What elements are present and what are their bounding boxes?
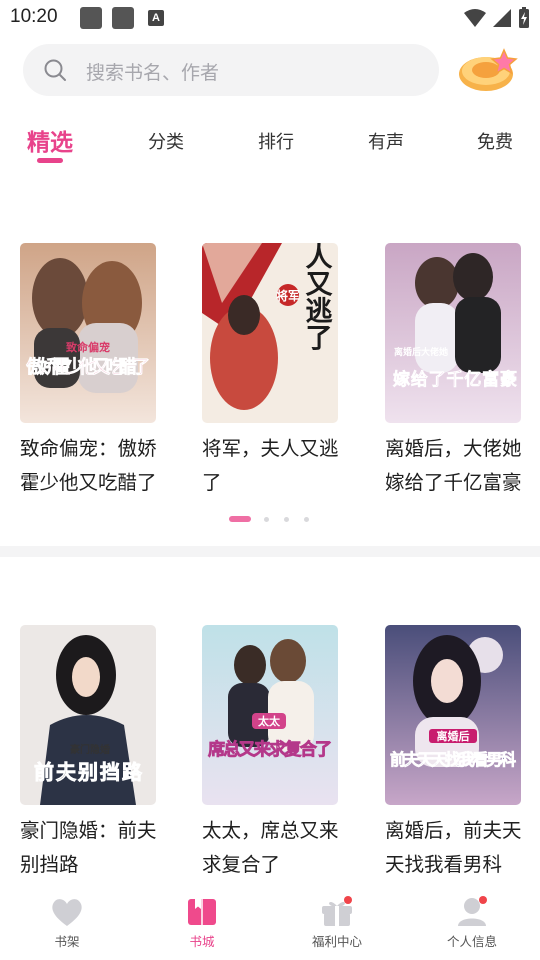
tab-category[interactable]: 分类 (148, 128, 184, 154)
cover-title: 席总又来求复合了 (208, 739, 332, 760)
star-badge-icon[interactable] (458, 46, 520, 94)
nav-label: 书架 (54, 934, 80, 949)
cover-tag: 太太 (257, 714, 281, 728)
badge-dot (479, 896, 487, 904)
pager-dot (264, 517, 269, 522)
pager-dot (284, 517, 289, 522)
nav-profile[interactable]: 个人信息 (417, 896, 527, 956)
cover-tag: 豪门隐婚 (70, 743, 110, 756)
book-cover[interactable]: 豪门隐婚 前夫别挡路 (20, 625, 156, 805)
cover-tag: 离婚后大佬她 (394, 346, 448, 358)
cover-title: 夫人又逃了 (301, 243, 333, 351)
search-placeholder: 搜索书名、作者 (86, 62, 220, 84)
book-card[interactable]: 离婚后 前夫天天找我看男科 离婚后，前夫天天找我看男科 (385, 625, 522, 881)
status-time: 10:20 (10, 6, 58, 27)
carousel-pager (0, 515, 540, 523)
cover-title: 前夫别挡路 (34, 760, 143, 784)
app-notification-icon: A (148, 10, 164, 26)
bottom-nav: 书架 书城 福利中心 个人信息 (0, 888, 540, 960)
book-title[interactable]: 将军，夫人又逃了 (202, 432, 352, 500)
cover-title: 傲娇霍少他又吃醋了 (26, 356, 150, 378)
cover-title: 前夫天天找我看男科 (390, 750, 516, 769)
tab-featured[interactable]: 精选 (27, 123, 73, 157)
gift-icon (320, 896, 354, 928)
book-card[interactable]: 太太 席总又来求复合了 太太，席总又来求复合了 (202, 625, 339, 881)
wifi-icon (464, 9, 486, 27)
book-title[interactable]: 离婚后，前夫天天找我看男科 (385, 814, 535, 882)
book-title[interactable]: 离婚后，大佬她嫁给了千亿富豪 (385, 432, 535, 500)
nav-rewards[interactable]: 福利中心 (282, 896, 392, 956)
book-cover[interactable]: 太太 席总又来求复合了 (202, 625, 338, 805)
book-icon (185, 896, 219, 928)
signal-icon (493, 9, 511, 27)
search-input[interactable]: 搜索书名、作者 (23, 44, 439, 96)
battery-icon (519, 7, 529, 28)
book-card[interactable]: 离婚后大佬她 嫁给了千亿富豪 离婚后，大佬她嫁给了千亿富豪 (385, 243, 522, 499)
cover-tag: 离婚后 (437, 729, 470, 743)
nav-label: 福利中心 (311, 934, 362, 949)
tab-audio[interactable]: 有声 (368, 128, 404, 154)
book-title[interactable]: 豪门隐婚：前夫别挡路 (20, 814, 170, 882)
badge-dot (344, 896, 352, 904)
nav-bookshelf[interactable]: 书架 (12, 896, 122, 956)
search-icon (44, 59, 66, 81)
pager-dot-active (229, 516, 251, 522)
notification-icon (112, 7, 134, 29)
section-divider (0, 546, 540, 557)
book-card[interactable]: 豪门隐婚 前夫别挡路 豪门隐婚：前夫别挡路 (20, 625, 157, 881)
pager-dot (304, 517, 309, 522)
book-card[interactable]: 豪门隐婚 将军 夫人又逃了 将军，夫人又逃了 (202, 243, 339, 499)
status-bar: 10:20 A (0, 0, 540, 36)
person-icon (455, 896, 489, 928)
book-cover[interactable]: 离婚后 前夫天天找我看男科 (385, 625, 521, 805)
cover-title: 嫁给了千亿富豪 (392, 369, 517, 390)
book-cover[interactable]: 离婚后大佬她 嫁给了千亿富豪 (385, 243, 521, 423)
book-title[interactable]: 太太，席总又来求复合了 (202, 814, 352, 882)
book-cover[interactable]: 豪门隐婚 将军 夫人又逃了 (202, 243, 338, 423)
tab-free[interactable]: 免费 (477, 128, 513, 154)
nav-bookstore[interactable]: 书城 (147, 896, 257, 956)
book-carousel: 致命偏宠 傲娇霍少他又吃醋了 致命偏宠：傲娇霍少他又吃醋了 豪门隐婚 将军 夫人… (0, 243, 540, 503)
cover-tag: 致命偏宠 (66, 340, 110, 354)
nav-label: 个人信息 (446, 934, 497, 949)
nav-label: 书城 (189, 934, 215, 949)
heart-icon (50, 896, 84, 928)
notification-icon (80, 7, 102, 29)
cover-tag: 将军 (276, 288, 300, 303)
category-tabs: 精选 分类 排行 有声 免费 (0, 120, 540, 170)
book-title[interactable]: 致命偏宠：傲娇霍少他又吃醋了 (20, 432, 170, 500)
book-cover[interactable]: 致命偏宠 傲娇霍少他又吃醋了 (20, 243, 156, 423)
tab-ranking[interactable]: 排行 (258, 128, 294, 154)
book-grid: 豪门隐婚 前夫别挡路 豪门隐婚：前夫别挡路 太太 席总又来求复合了 太太，席总又… (0, 625, 540, 885)
book-card[interactable]: 致命偏宠 傲娇霍少他又吃醋了 致命偏宠：傲娇霍少他又吃醋了 (20, 243, 157, 499)
tab-underline (37, 158, 63, 163)
